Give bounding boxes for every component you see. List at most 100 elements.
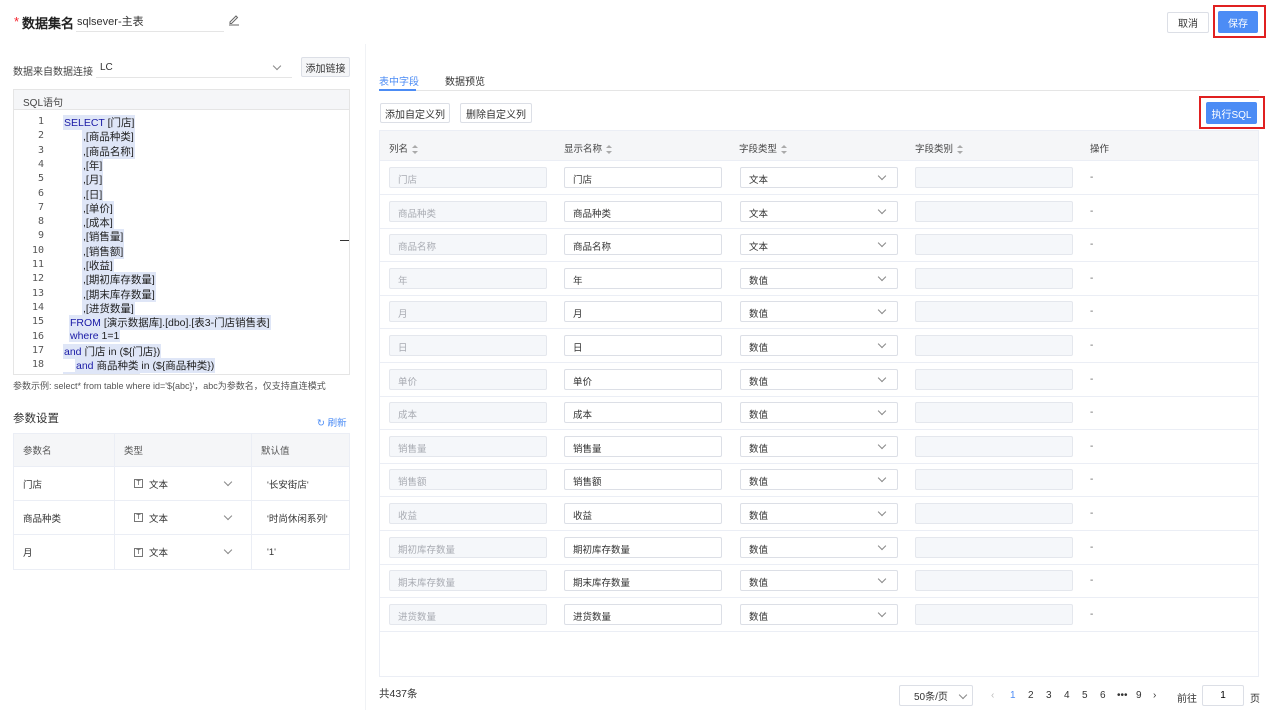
display-name-input[interactable]: 日 (564, 335, 722, 356)
field-category-select[interactable] (915, 267, 1073, 289)
display-name-input[interactable]: 期末库存数量 (564, 570, 722, 592)
cancel-button[interactable]: 取消 (1167, 12, 1209, 33)
header-field-category[interactable]: 字段类别 (915, 141, 964, 155)
tab-data-preview[interactable]: 数据预览 (445, 73, 485, 88)
add-custom-column-button[interactable]: 添加自定义列 (380, 103, 450, 123)
dataset-name-input[interactable] (76, 11, 224, 32)
field-category-select[interactable] (915, 503, 1073, 524)
field-type-select[interactable]: 数值 (740, 435, 898, 457)
display-name-input[interactable]: 销售额 (564, 469, 722, 491)
field-category-select[interactable] (915, 469, 1073, 491)
display-name-input[interactable]: 成本 (564, 402, 722, 424)
more-pages-icon[interactable]: ••• (1117, 690, 1128, 701)
field-type-select[interactable]: 数值 (740, 603, 898, 625)
field-type-select[interactable]: 文本 (740, 167, 898, 188)
field-category-select[interactable] (915, 200, 1073, 222)
field-type-select[interactable]: 文本 (740, 200, 898, 222)
page-number[interactable]: 4 (1064, 690, 1070, 701)
param-type-value: 文本 (149, 513, 169, 525)
display-name-input[interactable]: 单价 (564, 368, 722, 390)
field-category-select[interactable] (915, 234, 1073, 256)
field-type-select[interactable]: 数值 (740, 469, 898, 491)
sort-icon (957, 144, 964, 154)
field-type-select[interactable]: 数值 (740, 402, 898, 424)
field-category-select[interactable] (915, 167, 1073, 188)
field-type-select[interactable]: 文本 (740, 234, 898, 256)
chevron-down-icon (223, 511, 233, 521)
chevron-down-icon (877, 440, 887, 450)
line-number: 5 (37, 173, 44, 185)
goto-label: 前往 (1177, 694, 1197, 705)
display-name-input[interactable]: 商品名称 (564, 234, 722, 256)
field-category-select[interactable] (915, 435, 1073, 457)
display-name-input[interactable]: 销售量 (564, 435, 722, 457)
display-name-input[interactable]: 期初库存数量 (564, 536, 722, 558)
param-name: 月 (23, 548, 33, 559)
page-number[interactable]: 3 (1046, 690, 1052, 701)
field-category-select[interactable] (915, 301, 1073, 323)
param-row: 月 T 文本 '1' (14, 535, 349, 569)
field-type-select[interactable]: 数值 (740, 267, 898, 289)
goto-page-input[interactable] (1202, 685, 1244, 706)
field-category-select[interactable] (915, 335, 1073, 356)
display-name-input[interactable]: 收益 (564, 503, 722, 524)
line-number: 4 (37, 158, 44, 170)
field-type-select[interactable]: 数值 (740, 570, 898, 592)
field-type-select[interactable]: 数值 (740, 503, 898, 524)
tab-table-fields[interactable]: 表中字段 (379, 73, 419, 88)
operation-cell: - (1090, 172, 1094, 183)
field-category-select[interactable] (915, 603, 1073, 625)
param-default[interactable]: '1' (251, 535, 349, 569)
header-display-name[interactable]: 显示名称 (564, 141, 613, 155)
field-category-select[interactable] (915, 536, 1073, 558)
field-type-select[interactable]: 数值 (740, 301, 898, 323)
field-category-select[interactable] (915, 368, 1073, 390)
page-size-select[interactable]: 50条/页 (899, 685, 973, 706)
page-size-value: 50条/页 (914, 692, 948, 703)
param-default[interactable]: '长安街店' (251, 467, 349, 500)
text-type-icon: T (134, 547, 143, 557)
next-page-icon[interactable]: › (1153, 690, 1156, 701)
field-category-select[interactable] (915, 570, 1073, 592)
field-row: 进货数量 进货数量 数值 - (380, 598, 1258, 632)
add-link-button[interactable]: 添加链接 (301, 57, 350, 77)
field-row: 单价 单价 数值 - (380, 363, 1258, 397)
sql-code-line: ,[年] (82, 157, 104, 173)
header-column-name[interactable]: 列名 (389, 141, 419, 155)
right-panel: 表中字段 数据预览 添加自定义列 删除自定义列 执行SQL 列名 显示名称 字段… (366, 44, 1274, 710)
column-name-field: 门店 (389, 167, 547, 188)
connection-select[interactable]: LC (96, 58, 292, 78)
header-field-type[interactable]: 字段类型 (739, 141, 788, 155)
field-type-select[interactable]: 数值 (740, 368, 898, 390)
field-row: 成本 成本 数值 - (380, 396, 1258, 431)
page-number[interactable]: 2 (1028, 690, 1034, 701)
chevron-down-icon (877, 306, 887, 315)
sql-code-line: ,[单价] (82, 200, 114, 216)
column-name-field: 进货数量 (389, 603, 547, 625)
display-name-input[interactable]: 门店 (564, 167, 722, 188)
page-number[interactable]: 9 (1136, 690, 1142, 701)
page-number[interactable]: 5 (1082, 690, 1088, 701)
param-type-select[interactable]: T 文本 (114, 501, 251, 534)
refresh-button[interactable]: ↻ 刷新 (317, 415, 347, 429)
sql-code-area[interactable]: 1 SELECT [门店] 2 ,[商品种类] 3 ,[商品名称] 4 ,[年] 5 ,[月] 6,… (14, 110, 349, 374)
display-name-input[interactable]: 进货数量 (564, 603, 722, 625)
pencil-icon[interactable] (228, 14, 240, 26)
delete-custom-column-button[interactable]: 删除自定义列 (460, 103, 532, 123)
field-type-select[interactable]: 数值 (740, 335, 898, 356)
param-default[interactable]: '时尚休闲系列' (251, 501, 349, 534)
display-name-input[interactable]: 商品种类 (564, 200, 722, 222)
prev-page-icon[interactable]: ‹ (991, 690, 994, 701)
field-type-value: 文本 (749, 175, 769, 186)
param-type-select[interactable]: T 文本 (114, 535, 251, 569)
page-number[interactable]: 6 (1100, 690, 1106, 701)
display-name-input[interactable]: 年 (564, 267, 722, 289)
sql-editor[interactable]: SQL语句 1 SELECT [门店] 2 ,[商品种类] 3 ,[商品名称] 4 ,[年] 5… (13, 89, 350, 375)
page-number[interactable]: 1 (1010, 690, 1016, 701)
display-name-input[interactable]: 月 (564, 301, 722, 323)
field-type-select[interactable]: 数值 (740, 536, 898, 558)
field-category-select[interactable] (915, 402, 1073, 424)
text-type-icon: T (134, 479, 143, 488)
column-name-field: 期末库存数量 (389, 570, 547, 592)
param-type-select[interactable]: T 文本 (114, 467, 251, 500)
